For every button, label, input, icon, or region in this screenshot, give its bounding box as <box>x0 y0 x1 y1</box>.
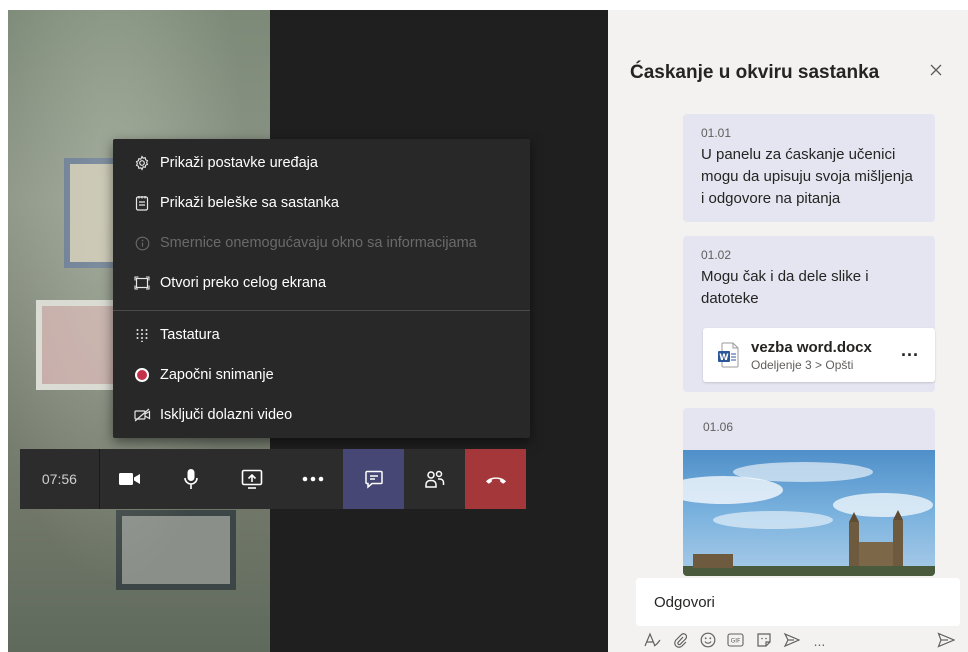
menu-item-full-screen[interactable]: Otvori preko celog ekrana <box>113 263 530 303</box>
menu-item-label: Otvori preko celog ekrana <box>160 275 327 291</box>
video-off-icon <box>131 408 153 422</box>
menu-item-keypad[interactable]: Tastatura <box>113 315 530 355</box>
send-button[interactable] <box>932 631 959 651</box>
more-actions-menu: Prikaži postavke uređaja Prikaži beleške… <box>113 139 530 438</box>
chat-message: 01.06 <box>683 408 935 576</box>
close-icon <box>929 60 943 82</box>
shared-image[interactable] <box>683 450 935 576</box>
menu-divider <box>113 310 530 311</box>
chat-button[interactable] <box>343 449 405 509</box>
close-chat-button[interactable] <box>929 60 943 83</box>
send-icon <box>936 631 956 651</box>
share-screen-icon <box>241 469 263 489</box>
info-icon <box>131 236 153 251</box>
message-text: Mogu čak i da dele slike i datoteke <box>701 268 869 307</box>
meeting-chat-panel: Ćaskanje u okviru sastanka 01.01 U panel… <box>608 10 968 652</box>
file-location: Odeljenje 3 > Opšti <box>751 357 854 372</box>
more-actions-button[interactable] <box>282 449 343 509</box>
hang-up-icon <box>484 473 508 485</box>
microphone-icon <box>183 468 199 490</box>
format-icon <box>643 631 661 651</box>
chat-icon <box>364 469 384 489</box>
gif-icon: GIF <box>727 632 744 650</box>
chat-message: 01.01 U panelu za ćaskanje učenici mogu … <box>683 114 935 222</box>
format-button[interactable] <box>638 631 665 651</box>
participants-icon <box>424 469 446 489</box>
svg-text:GIF: GIF <box>731 637 741 644</box>
notes-icon <box>131 195 153 211</box>
camera-button[interactable] <box>100 449 161 509</box>
meet-now-icon <box>783 632 801 651</box>
fullscreen-icon <box>131 276 153 290</box>
message-timestamp: 01.06 <box>703 420 734 434</box>
emoji-icon <box>700 632 716 651</box>
call-controls-bar: 07:56 <box>20 449 526 509</box>
compose-toolbar: GIF ... <box>638 630 968 652</box>
more-options-button[interactable]: ... <box>806 633 833 649</box>
file-more-options-button[interactable]: ... <box>901 340 919 361</box>
keypad-icon <box>131 328 153 342</box>
paperclip-icon <box>673 632 687 651</box>
reply-input[interactable]: Odgovori <box>636 578 960 626</box>
sticker-button[interactable] <box>750 632 777 651</box>
camera-icon <box>118 471 142 487</box>
file-attachment-card[interactable]: W vezba word.docx Odeljenje 3 > Opšti ..… <box>703 328 935 382</box>
sticker-icon <box>756 632 772 651</box>
participants-button[interactable] <box>404 449 465 509</box>
word-file-icon: W <box>717 342 739 368</box>
menu-item-label: Započni snimanje <box>160 367 274 383</box>
menu-item-label: Prikaži beleške sa sastanka <box>160 195 339 211</box>
attach-button[interactable] <box>666 632 693 651</box>
message-timestamp: 01.02 <box>701 248 732 262</box>
menu-item-label: Smernice onemogućavaju okno sa informaci… <box>160 235 477 251</box>
chapel-photo <box>683 462 935 576</box>
hang-up-button[interactable] <box>465 449 526 509</box>
menu-item-label: Tastatura <box>160 327 220 343</box>
menu-item-info-pane: Smernice onemogućavaju okno sa informaci… <box>113 223 530 263</box>
message-text: U panelu za ćaskanje učenici mogu da upi… <box>701 146 913 207</box>
microphone-button[interactable] <box>161 449 222 509</box>
chat-message: 01.02 Mogu čak i da dele slike i datotek… <box>683 236 935 392</box>
file-name: vezba word.docx <box>751 338 872 356</box>
menu-item-turn-off-incoming-video[interactable]: Isključi dolazni video <box>113 395 530 435</box>
menu-item-label: Isključi dolazni video <box>160 407 293 423</box>
schedule-meeting-button[interactable] <box>778 632 805 651</box>
menu-item-label: Prikaži postavke uređaja <box>160 155 318 171</box>
chat-panel-title: Ćaskanje u okviru sastanka <box>630 62 880 83</box>
ellipsis-icon <box>302 476 324 482</box>
menu-item-device-settings[interactable]: Prikaži postavke uređaja <box>113 143 530 183</box>
svg-text:W: W <box>719 353 729 363</box>
share-screen-button[interactable] <box>222 449 283 509</box>
emoji-button[interactable] <box>694 632 721 651</box>
gear-icon <box>131 155 153 171</box>
menu-item-meeting-notes[interactable]: Prikaži beleške sa sastanka <box>113 183 530 223</box>
message-timestamp: 01.01 <box>701 126 732 140</box>
record-icon <box>131 368 153 382</box>
menu-item-start-recording[interactable]: Započni snimanje <box>113 355 530 395</box>
gif-button[interactable]: GIF <box>722 632 749 650</box>
call-timer: 07:56 <box>20 449 100 509</box>
